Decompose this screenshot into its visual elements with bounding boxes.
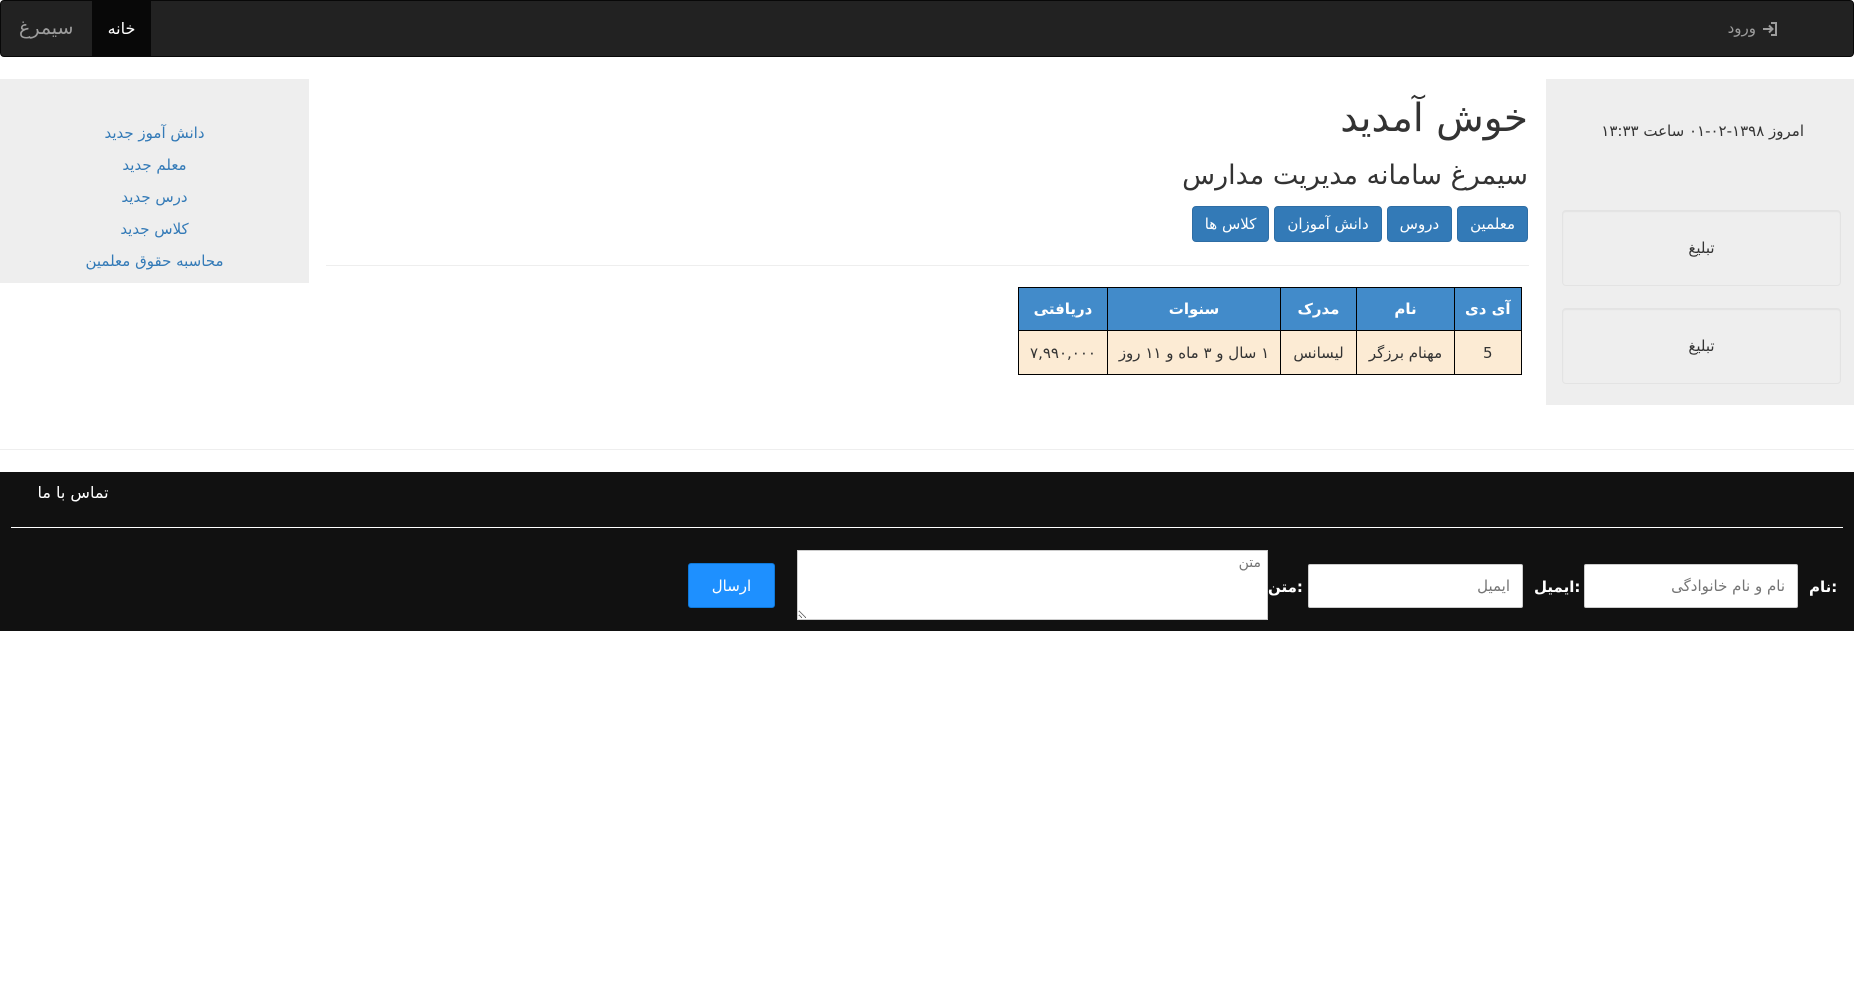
right-sidebar: امروز ۱۳۹۸-۰۲-۰۱ ساعت ۱۳:۳۳ تبلیغ تبلیغ <box>1546 79 1854 405</box>
classes-button[interactable]: کلاس ها <box>1191 206 1270 242</box>
column-header: نام <box>1356 287 1455 331</box>
login-label: ورود <box>1727 19 1756 37</box>
column-header: دریافتی <box>1018 287 1108 331</box>
section-buttons: معلمین دروس دانش آموزان کلاس ها <box>1191 206 1528 242</box>
table-cell: 5 <box>1454 330 1522 375</box>
courses-button[interactable]: دروس <box>1386 206 1453 242</box>
column-header: مدرک <box>1280 287 1357 331</box>
new-teacher-link[interactable]: معلم جدید <box>0 155 309 175</box>
footer-divider <box>11 527 1843 528</box>
table-cell: لیسانس <box>1280 330 1357 375</box>
page-subtitle: سیمرغ سامانه مدیریت مدارس <box>1182 160 1528 191</box>
email-label: ایمیل: <box>1534 578 1581 596</box>
students-button[interactable]: دانش آموزان <box>1274 206 1382 242</box>
salary-table: آی دی نام مدرک سنوات دریافتی 5 مهنام برز… <box>1018 287 1522 375</box>
new-course-link[interactable]: درس جدید <box>0 187 309 207</box>
login-link[interactable]: ورود <box>1728 1 1778 56</box>
ad-box: تبلیغ <box>1562 210 1841 286</box>
name-label: نام: <box>1809 578 1838 596</box>
contact-footer: تماس با ما نام: ایمیل: متن: ارسال <box>0 472 1854 631</box>
footer-title-row: تماس با ما <box>0 483 1854 502</box>
message-textarea[interactable] <box>797 550 1268 620</box>
table-cell: ۷,۹۹۰,۰۰۰ <box>1018 330 1108 375</box>
login-icon <box>1762 21 1778 37</box>
brand-link[interactable]: سیمرغ <box>19 1 73 56</box>
divider <box>0 449 1854 450</box>
table-cell: ۱ سال و ۳ ماه و ۱۱ روز <box>1107 330 1281 375</box>
table-cell: مهنام برزگر <box>1356 330 1455 375</box>
name-field[interactable] <box>1584 564 1798 608</box>
message-label: متن: <box>1268 578 1303 596</box>
teachers-button[interactable]: معلمین <box>1457 206 1528 242</box>
page-title: خوش آمدید <box>1340 96 1528 141</box>
divider <box>326 265 1529 266</box>
contact-title: تماس با ما <box>37 483 109 502</box>
new-student-link[interactable]: دانش آموز جدید <box>0 123 309 143</box>
today-datetime: امروز ۱۳۹۸-۰۲-۰۱ ساعت ۱۳:۳۳ <box>1601 122 1804 140</box>
column-header: آی دی <box>1454 287 1522 331</box>
table-row: 5 مهنام برزگر لیسانس ۱ سال و ۳ ماه و ۱۱ … <box>1018 330 1522 375</box>
email-field[interactable] <box>1308 564 1523 608</box>
ad-box: تبلیغ <box>1562 308 1841 384</box>
send-button[interactable]: ارسال <box>688 563 775 608</box>
nav-home-link[interactable]: خانه <box>92 1 151 56</box>
top-navbar: سیمرغ خانه ورود <box>0 0 1854 57</box>
column-header: سنوات <box>1107 287 1281 331</box>
table-header-row: آی دی نام مدرک سنوات دریافتی <box>1018 287 1522 331</box>
left-sidebar: دانش آموز جدید معلم جدید درس جدید کلاس ج… <box>0 79 309 283</box>
new-class-link[interactable]: کلاس جدید <box>0 219 309 239</box>
teacher-salary-link[interactable]: محاسبه حقوق معلمین <box>0 251 309 271</box>
